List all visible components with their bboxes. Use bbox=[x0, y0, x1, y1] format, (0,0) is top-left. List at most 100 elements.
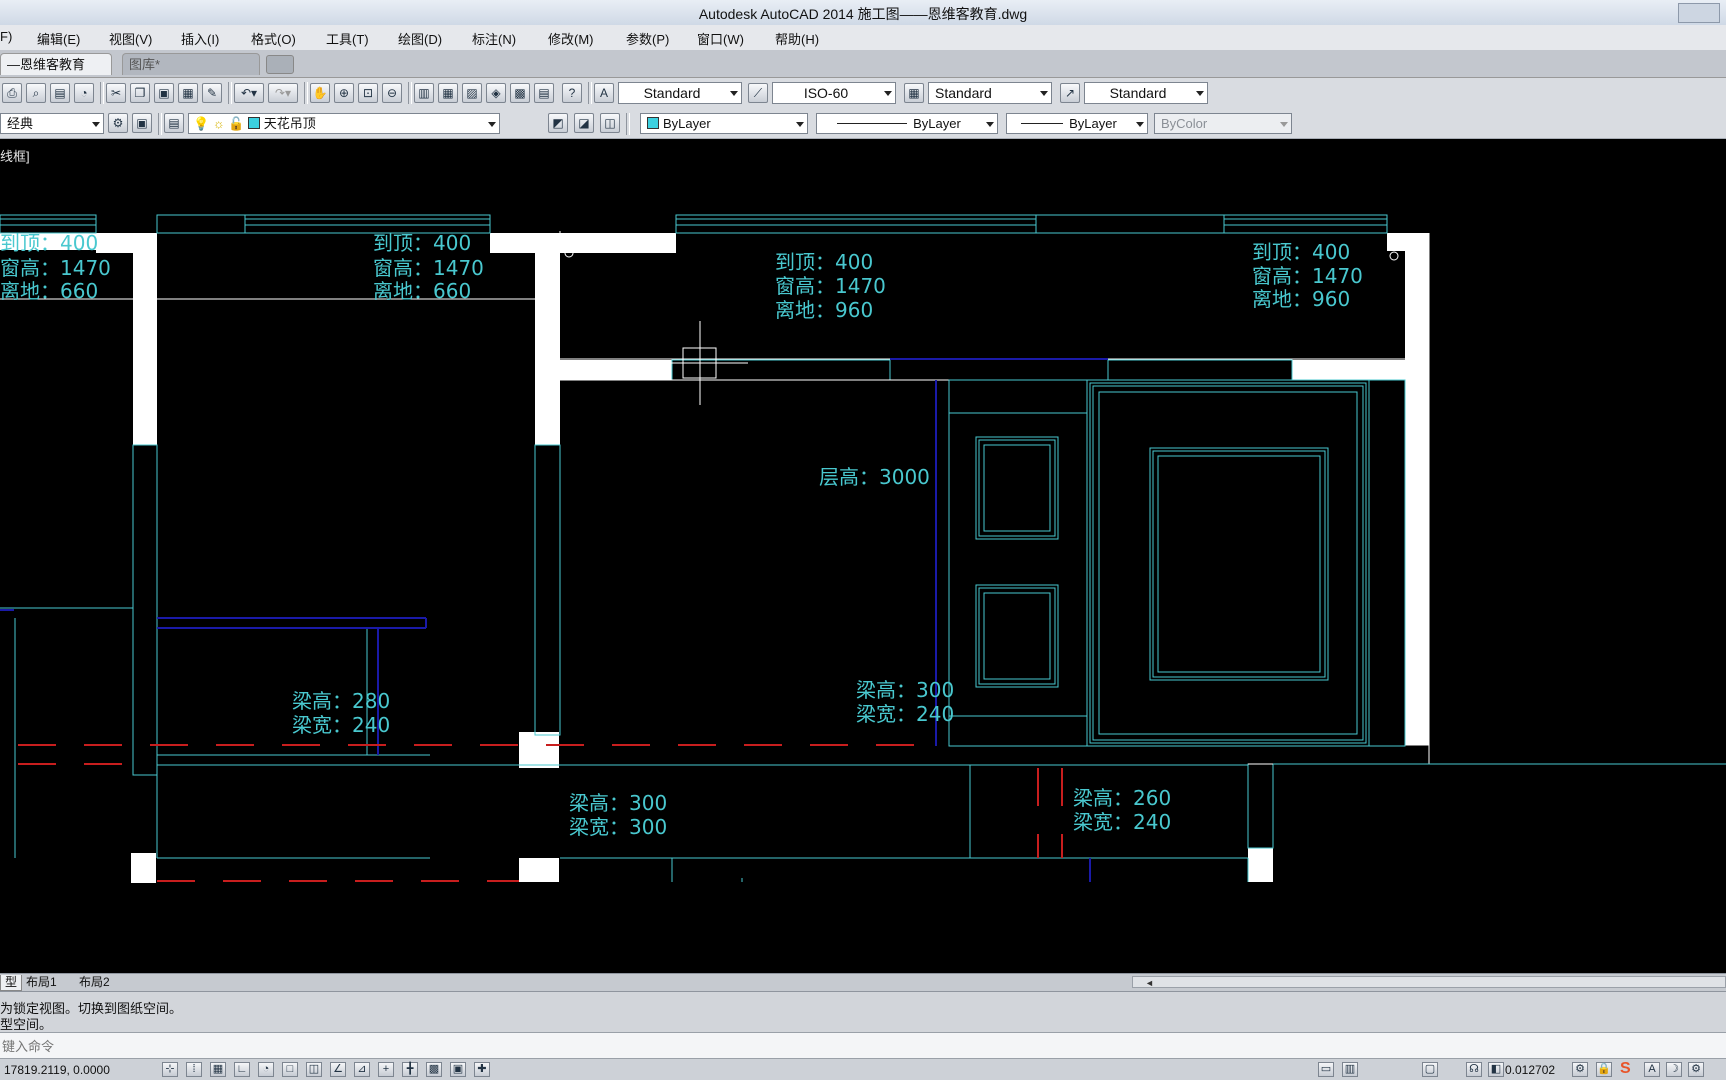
furniture bbox=[0, 379, 1726, 882]
model-icon[interactable]: ▭ bbox=[1318, 1062, 1334, 1077]
quick-properties-icon[interactable]: ▣ bbox=[450, 1062, 466, 1077]
undo-icon[interactable]: ↶▾ bbox=[234, 83, 264, 103]
selection-cycling-icon[interactable]: ✚ bbox=[474, 1062, 490, 1077]
copy-icon[interactable]: ❐ bbox=[130, 83, 150, 103]
tab-model[interactable]: 型 bbox=[0, 975, 23, 991]
command-input[interactable] bbox=[0, 1035, 1704, 1057]
infer-constraints-icon[interactable]: ⊹ bbox=[162, 1062, 178, 1077]
tool-palettes-icon[interactable]: ▨ bbox=[462, 83, 482, 103]
transparency-icon[interactable]: ▩ bbox=[426, 1062, 442, 1077]
snap-icon[interactable]: ⁞ bbox=[186, 1062, 202, 1077]
scroll-left-icon[interactable]: ◄ bbox=[1145, 978, 1154, 988]
layer-select[interactable]: 💡 ☼ 🔓 天花吊顶 bbox=[188, 113, 500, 134]
paste-icon[interactable]: ▣ bbox=[154, 83, 174, 103]
mleader-style-icon[interactable]: ↗ bbox=[1060, 83, 1080, 103]
menu-file[interactable]: F) bbox=[0, 29, 12, 44]
menu-view[interactable]: 视图(V) bbox=[109, 29, 152, 48]
tab-layout2[interactable]: 布局2 bbox=[75, 975, 114, 990]
zoom-realtime-icon[interactable]: ⊕ bbox=[334, 83, 354, 103]
ortho-icon[interactable]: ∟ bbox=[234, 1062, 250, 1077]
horizontal-scrollbar[interactable]: ◄ bbox=[1132, 976, 1726, 988]
zoom-previous-icon[interactable]: ⊖ bbox=[382, 83, 402, 103]
linetype-select[interactable]: ByLayer bbox=[816, 113, 998, 134]
menu-window[interactable]: 窗口(W) bbox=[697, 29, 744, 48]
publish-icon[interactable]: ◔ bbox=[74, 83, 94, 103]
dim-style-select[interactable]: ISO-60 bbox=[772, 82, 896, 104]
wall-top-mid bbox=[490, 233, 676, 253]
annotation-b3: 梁高：300 梁宽：300 bbox=[569, 791, 667, 839]
table-style-select[interactable]: Standard bbox=[928, 82, 1052, 104]
menu-dimension[interactable]: 标注(N) bbox=[472, 29, 516, 48]
menu-edit[interactable]: 编辑(E) bbox=[37, 29, 80, 48]
zoom-window-icon[interactable]: ⊡ bbox=[358, 83, 378, 103]
menu-format[interactable]: 格式(O) bbox=[251, 29, 296, 48]
print-icon[interactable]: ⎙ bbox=[2, 83, 22, 103]
layer-properties-icon[interactable]: ▤ bbox=[164, 113, 184, 133]
menu-parametric[interactable]: 参数(P) bbox=[626, 29, 669, 48]
svg-text:到顶：400: 到顶：400 bbox=[775, 250, 873, 274]
workspace-switch-icon[interactable]: ⚙ bbox=[1572, 1062, 1588, 1077]
command-history: 为锁定视图。切换到图纸空间。 型空间。 bbox=[0, 991, 1726, 1032]
workspace-settings-icon[interactable]: ⚙ bbox=[108, 113, 128, 133]
osnap-icon[interactable]: □ bbox=[282, 1062, 298, 1077]
menu-draw[interactable]: 绘图(D) bbox=[398, 29, 442, 48]
annotation-scale-value[interactable]: 0.012702 bbox=[1505, 1063, 1555, 1077]
layers-properties-toolbar: 经典 ⚙ ▣ ▤ 💡 ☼ 🔓 天花吊顶 ◩ ◪ ◫ ByLayer ByLaye… bbox=[0, 109, 1726, 139]
3d-osnap-icon[interactable]: ◫ bbox=[306, 1062, 322, 1077]
ime-settings-icon[interactable]: ⚙ bbox=[1688, 1062, 1704, 1077]
sheet-set-icon[interactable]: ◈ bbox=[486, 83, 506, 103]
document-tab-active[interactable]: —恩维客教育*× bbox=[0, 53, 112, 94]
svg-text:梁高：300: 梁高：300 bbox=[856, 678, 954, 702]
help-icon[interactable]: ? bbox=[562, 83, 582, 103]
maximize-viewport-icon[interactable]: ▢ bbox=[1422, 1062, 1438, 1077]
plot-icon[interactable]: ▤ bbox=[50, 83, 70, 103]
otrack-icon[interactable]: ∠ bbox=[330, 1062, 346, 1077]
workspace-select[interactable]: 经典 bbox=[0, 113, 104, 134]
dyn-icon[interactable]: + bbox=[378, 1062, 394, 1077]
layer-state-icon[interactable]: ◫ bbox=[600, 113, 620, 133]
design-center-icon[interactable]: ▦ bbox=[438, 83, 458, 103]
layer-previous-icon[interactable]: ◪ bbox=[574, 113, 594, 133]
document-tab-library[interactable]: 图库* bbox=[122, 53, 260, 75]
paste-block-icon[interactable]: ▦ bbox=[178, 83, 198, 103]
quick-view-layouts-icon[interactable]: ▥ bbox=[1342, 1062, 1358, 1077]
ime-english-icon[interactable]: A bbox=[1644, 1062, 1660, 1077]
annotation-scale-icon[interactable]: ◧ bbox=[1488, 1062, 1504, 1077]
cut-icon[interactable]: ✂ bbox=[106, 83, 126, 103]
lineweight-select[interactable]: ByLayer bbox=[1006, 113, 1148, 134]
text-style-icon[interactable]: A bbox=[594, 83, 614, 103]
plotstyle-select[interactable]: ByColor bbox=[1154, 113, 1292, 134]
properties-icon[interactable]: ▥ bbox=[414, 83, 434, 103]
quickcalc-icon[interactable]: ▤ bbox=[534, 83, 554, 103]
dim-style-icon[interactable]: ⟋ bbox=[748, 83, 768, 103]
cursor-coordinates: 17819.2119, 0.0000 bbox=[4, 1063, 110, 1077]
annotation-visibility-icon[interactable]: ☊ bbox=[1466, 1062, 1482, 1077]
polar-icon[interactable]: ◔ bbox=[258, 1062, 274, 1077]
markup-icon[interactable]: ▩ bbox=[510, 83, 530, 103]
menu-modify[interactable]: 修改(M) bbox=[548, 29, 594, 48]
color-select[interactable]: ByLayer bbox=[640, 113, 808, 134]
tab-layout1[interactable]: 布局1 bbox=[22, 975, 61, 990]
make-current-layer-icon[interactable]: ◩ bbox=[548, 113, 568, 133]
print-preview-icon[interactable]: ⌕ bbox=[26, 83, 46, 103]
customize-icon[interactable]: ▣ bbox=[132, 113, 152, 133]
match-properties-icon[interactable]: ✎ bbox=[202, 83, 222, 103]
text-style-select[interactable]: Standard bbox=[618, 82, 742, 104]
ime-moon-icon[interactable]: ☽ bbox=[1666, 1062, 1682, 1077]
lineweight-toggle-icon[interactable]: ╋ bbox=[402, 1062, 418, 1077]
table-style-icon[interactable]: ▦ bbox=[904, 83, 924, 103]
menu-bar: F) 编辑(E) 视图(V) 插入(I) 格式(O) 工具(T) 绘图(D) 标… bbox=[0, 25, 1726, 51]
grid-icon[interactable]: ▦ bbox=[210, 1062, 226, 1077]
lock-ui-icon[interactable]: 🔒 bbox=[1596, 1062, 1612, 1077]
drawing-canvas[interactable]: 到顶：400 窗高：1470 离地：660 到顶：400 窗高：1470 离地：… bbox=[0, 138, 1726, 972]
new-tab-button[interactable] bbox=[266, 55, 294, 74]
menu-help[interactable]: 帮助(H) bbox=[775, 29, 819, 48]
menu-insert[interactable]: 插入(I) bbox=[181, 29, 219, 48]
redo-icon[interactable]: ↷▾ bbox=[268, 83, 298, 103]
menu-tools[interactable]: 工具(T) bbox=[326, 29, 369, 48]
window-controls[interactable] bbox=[1678, 3, 1720, 23]
pan-icon[interactable]: ✋ bbox=[310, 83, 330, 103]
wall-mid-right bbox=[1292, 360, 1405, 380]
ducs-icon[interactable]: ⊿ bbox=[354, 1062, 370, 1077]
mleader-style-select[interactable]: Standard bbox=[1084, 82, 1208, 104]
